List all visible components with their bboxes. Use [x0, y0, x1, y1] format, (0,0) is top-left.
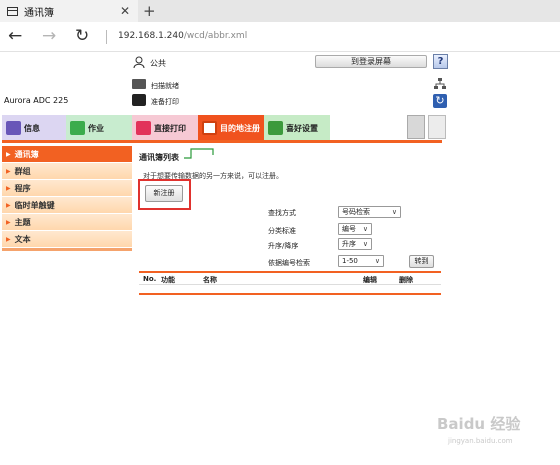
scanner-icon	[132, 79, 146, 89]
tabs-underline	[2, 140, 442, 143]
sidebar-item-program[interactable]: ▶ 程序	[2, 180, 132, 197]
preferences-icon	[268, 121, 283, 135]
arrow-right-icon: ▶	[6, 150, 11, 158]
user-label: 公共	[150, 59, 166, 68]
chevron-down-icon: ∨	[362, 240, 368, 248]
sidebar-divider	[2, 248, 132, 251]
tab-extra-icon[interactable]	[428, 115, 446, 139]
sidebar-item-label: 群组	[14, 166, 31, 176]
browser-tab-bar: 通讯簿 ✕ +	[0, 0, 560, 22]
range-select[interactable]: 1-50 ∨	[338, 255, 384, 267]
column-no: No.	[143, 275, 157, 283]
table-bottom-border	[139, 293, 441, 295]
arrow-right-icon: ▶	[6, 201, 11, 209]
address-separator	[106, 30, 107, 44]
column-function: 功能	[161, 276, 175, 284]
arrow-right-icon: ▶	[6, 184, 11, 192]
network-icon[interactable]	[434, 78, 446, 90]
sidebar-item-label: 主题	[14, 217, 31, 227]
tab-label: 直接打印	[154, 123, 186, 133]
info-icon	[6, 121, 21, 135]
column-name: 名称	[203, 276, 217, 284]
arrow-right-icon: ▶	[6, 167, 11, 175]
column-delete: 删除	[399, 276, 413, 284]
sidebar-item-label: 程序	[14, 183, 31, 193]
sidebar-item-label: 通讯簿	[14, 149, 39, 159]
address-book-icon	[202, 121, 217, 135]
sidebar-item-temp-one-touch[interactable]: ▶ 临时单触键	[2, 197, 132, 214]
search-method-label: 查找方式	[268, 209, 296, 217]
login-screen-button[interactable]: 到登录屏幕	[315, 55, 427, 68]
chevron-down-icon: ∨	[362, 225, 368, 233]
close-tab-icon[interactable]: ✕	[120, 4, 130, 18]
device-model: Aurora ADC 225	[4, 96, 69, 105]
category-select[interactable]: 编号 ∨	[338, 223, 372, 235]
tab-information[interactable]: 信息	[2, 115, 66, 141]
order-value: 升序	[342, 240, 356, 248]
goto-button[interactable]: 转到	[409, 255, 434, 268]
new-registration-button[interactable]: 新注册	[145, 185, 183, 202]
printer-icon	[132, 94, 146, 106]
tab-label: 目的地注册	[220, 123, 260, 133]
watermark: Baidu 经验	[437, 415, 521, 433]
tab-label: 作业	[88, 123, 104, 133]
direct-print-icon	[136, 121, 151, 135]
sidebar-item-label: 临时单触键	[14, 200, 55, 210]
search-method-select[interactable]: 号码检索 ∨	[338, 206, 401, 218]
job-icon	[70, 121, 85, 135]
chevron-down-icon: ∨	[374, 257, 380, 265]
tab-label: 信息	[24, 123, 40, 133]
browser-tab[interactable]: 通讯簿 ✕	[0, 0, 138, 22]
help-button[interactable]: ?	[433, 54, 448, 69]
scan-status: 扫描就绪	[151, 82, 179, 90]
main-tabs: 信息 作业 直接打印 目的地注册 喜好设置	[0, 113, 560, 141]
category-value: 编号	[342, 225, 356, 233]
refresh-icon[interactable]: ↻	[433, 94, 447, 108]
page-icon	[7, 6, 18, 16]
sidebar-item-group[interactable]: ▶ 群组	[2, 163, 132, 180]
sidebar-item-subject[interactable]: ▶ 主题	[2, 214, 132, 231]
watermark-url: jingyan.baidu.com	[448, 437, 513, 445]
order-select[interactable]: 升序 ∨	[338, 238, 372, 250]
table-header: No. 功能 名称 编辑 删除	[139, 271, 441, 285]
tab-direct-print[interactable]: 直接打印	[132, 115, 198, 141]
tab-destination-registration[interactable]: 目的地注册	[198, 115, 264, 141]
back-icon[interactable]: ←	[8, 26, 22, 46]
range-label: 依据编号检索	[268, 259, 310, 267]
search-method-value: 号码检索	[342, 208, 370, 216]
category-label: 分类标准	[268, 227, 296, 235]
sidebar: ▶ 通讯簿 ▶ 群组 ▶ 程序 ▶ 临时单触键 ▶ 主题 ▶ 文本	[2, 146, 132, 251]
user-icon	[133, 56, 145, 68]
url-path: /wcd/abbr.xml	[183, 31, 248, 41]
url-field[interactable]: 192.168.1.240/wcd/abbr.xml	[118, 31, 247, 41]
tab-jobs[interactable]: 作业	[66, 115, 132, 141]
url-host: 192.168.1.240	[118, 31, 184, 41]
tab-preferences[interactable]: 喜好设置	[264, 115, 330, 141]
chevron-down-icon: ∨	[391, 208, 397, 216]
reload-icon[interactable]: ↻	[75, 26, 89, 46]
range-value: 1-50	[342, 257, 358, 265]
sidebar-item-label: 文本	[14, 234, 31, 244]
browser-tab-title: 通讯簿	[24, 7, 54, 19]
new-tab-icon[interactable]: +	[143, 2, 156, 20]
address-bar: ← → ↻ 192.168.1.240/wcd/abbr.xml	[0, 22, 560, 52]
tab-label: 喜好设置	[286, 123, 318, 133]
sidebar-item-text[interactable]: ▶ 文本	[2, 231, 132, 248]
arrow-right-icon: ▶	[6, 235, 11, 243]
print-status: 准备打印	[151, 98, 179, 106]
title-decoration-icon	[184, 148, 214, 159]
forward-icon[interactable]: →	[42, 26, 56, 46]
order-label: 升序/降序	[268, 242, 299, 250]
arrow-right-icon: ▶	[6, 218, 11, 226]
sidebar-item-address-book[interactable]: ▶ 通讯簿	[2, 146, 132, 163]
page-title: 通讯簿列表	[139, 153, 179, 162]
column-edit: 编辑	[363, 276, 377, 284]
tab-utility-icon[interactable]	[407, 115, 425, 139]
